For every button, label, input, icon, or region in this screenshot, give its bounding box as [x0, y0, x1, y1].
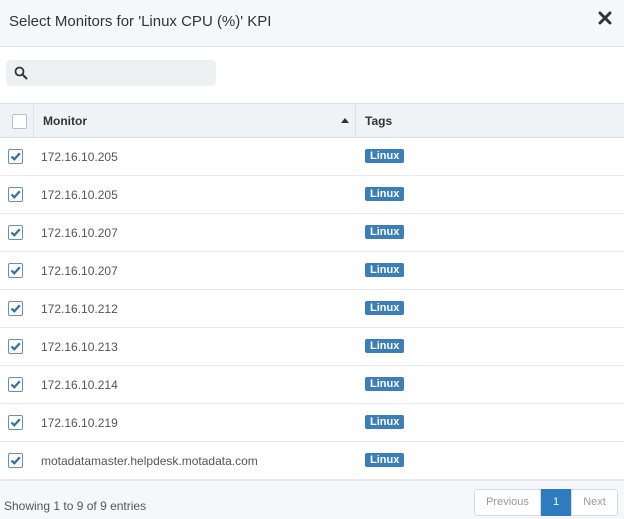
- sort-ascending-icon[interactable]: [341, 118, 349, 123]
- check-icon: [10, 190, 21, 199]
- row-checkbox[interactable]: [8, 225, 23, 240]
- table-row[interactable]: 172.16.10.207 Linux: [0, 252, 624, 290]
- check-icon: [10, 228, 21, 237]
- check-icon: [10, 456, 21, 465]
- check-icon: [10, 304, 21, 313]
- search-input[interactable]: [34, 60, 210, 86]
- tag-badge: Linux: [365, 301, 405, 315]
- table-header: Monitor Tags: [0, 103, 624, 138]
- table-row[interactable]: 172.16.10.207 Linux: [0, 214, 624, 252]
- check-icon: [10, 152, 21, 161]
- table-row[interactable]: 172.16.10.205 Linux: [0, 176, 624, 214]
- row-checkbox[interactable]: [8, 339, 23, 354]
- row-checkbox[interactable]: [8, 263, 23, 278]
- row-checkbox[interactable]: [8, 301, 23, 316]
- monitor-name: 172.16.10.205: [41, 150, 118, 164]
- next-page-button[interactable]: Next: [571, 489, 618, 516]
- search-box[interactable]: [6, 60, 216, 86]
- tag-badge: Linux: [365, 339, 405, 353]
- tag-badge: Linux: [365, 149, 405, 163]
- dialog-title: Select Monitors for 'Linux CPU (%)' KPI: [9, 13, 272, 30]
- tag-badge: Linux: [365, 377, 405, 391]
- tag-badge: Linux: [365, 453, 405, 467]
- select-all-checkbox[interactable]: [12, 114, 27, 129]
- row-checkbox[interactable]: [8, 453, 23, 468]
- tag-badge: Linux: [365, 225, 405, 239]
- tag-badge: Linux: [365, 187, 405, 201]
- dialog-header: Select Monitors for 'Linux CPU (%)' KPI: [0, 0, 624, 47]
- row-checkbox[interactable]: [8, 377, 23, 392]
- table-row[interactable]: 172.16.10.214 Linux: [0, 366, 624, 404]
- table-row[interactable]: 172.16.10.205 Linux: [0, 138, 624, 176]
- check-icon: [10, 266, 21, 275]
- entries-info: Showing 1 to 9 of 9 entries: [4, 499, 147, 513]
- monitor-name: 172.16.10.214: [41, 378, 118, 392]
- previous-page-button[interactable]: Previous: [474, 489, 541, 516]
- column-header-tags[interactable]: Tags: [365, 114, 392, 128]
- table-footer: Showing 1 to 9 of 9 entries Previous 1 N…: [0, 480, 624, 519]
- tag-badge: Linux: [365, 415, 405, 429]
- table-row[interactable]: motadatamaster.helpdesk.motadata.com Lin…: [0, 442, 624, 480]
- table-row[interactable]: 172.16.10.219 Linux: [0, 404, 624, 442]
- pagination: Previous 1 Next: [474, 489, 618, 516]
- monitor-name: 172.16.10.207: [41, 264, 118, 278]
- row-checkbox[interactable]: [8, 415, 23, 430]
- table-row[interactable]: 172.16.10.212 Linux: [0, 290, 624, 328]
- column-header-monitor[interactable]: Monitor: [43, 114, 87, 128]
- monitor-name: 172.16.10.205: [41, 188, 118, 202]
- monitor-name: 172.16.10.213: [41, 340, 118, 354]
- monitor-name: 172.16.10.207: [41, 226, 118, 240]
- monitor-name: motadatamaster.helpdesk.motadata.com: [41, 454, 258, 468]
- tag-badge: Linux: [365, 263, 405, 277]
- check-icon: [10, 342, 21, 351]
- monitor-name: 172.16.10.212: [41, 302, 118, 316]
- page-1-button[interactable]: 1: [541, 489, 571, 516]
- column-divider: [355, 104, 356, 137]
- monitor-name: 172.16.10.219: [41, 416, 118, 430]
- check-icon: [10, 380, 21, 389]
- close-icon[interactable]: [598, 9, 614, 27]
- search-icon: [14, 66, 28, 80]
- check-icon: [10, 418, 21, 427]
- select-all-cell: [0, 104, 34, 137]
- row-checkbox[interactable]: [8, 149, 23, 164]
- row-checkbox[interactable]: [8, 187, 23, 202]
- monitor-table: Monitor Tags 172.16.10.205 Linux 172.16.…: [0, 103, 624, 480]
- table-row[interactable]: 172.16.10.213 Linux: [0, 328, 624, 366]
